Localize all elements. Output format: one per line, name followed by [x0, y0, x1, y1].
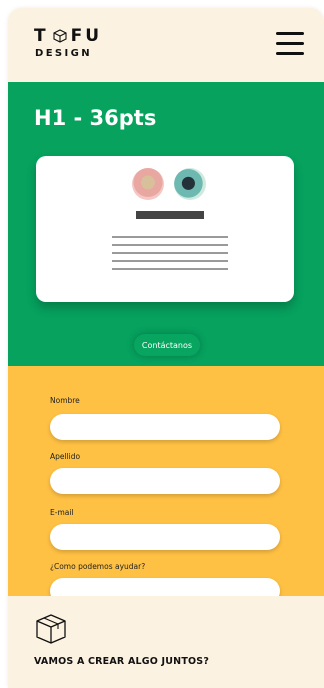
contact-button[interactable]: Contáctanos [134, 334, 200, 356]
box-icon [36, 614, 66, 644]
nombre-field[interactable] [50, 414, 280, 440]
profile-card [36, 156, 294, 302]
cube-logo-icon [53, 29, 67, 43]
nombre-label: Nombre [50, 396, 80, 405]
logo-letter-t: T [34, 26, 49, 46]
text-line [112, 268, 228, 270]
text-line [112, 236, 228, 238]
logo-subtitle: DESIGN [35, 48, 93, 59]
footer-tagline: VAMOS A CREAR ALGO JUNTOS? [34, 656, 210, 667]
text-line [112, 260, 228, 262]
email-field[interactable] [50, 524, 280, 550]
menu-bar [276, 32, 304, 35]
menu-bar [276, 42, 304, 45]
text-placeholder-lines [112, 236, 228, 276]
header: T FU DESIGN [8, 8, 324, 82]
help-label: ¿Como podemos ayudar? [50, 562, 146, 571]
apellido-field[interactable] [50, 468, 280, 494]
avatar-image [132, 168, 164, 200]
hero-section: H1 - 36pts Contáctanos [8, 82, 324, 366]
phone-frame: T FU DESIGN H1 - 36pts Contáctanos Nombr… [8, 8, 324, 688]
text-line [112, 244, 228, 246]
text-line [112, 252, 228, 254]
logo-letters-fu: FU [70, 26, 103, 46]
hero-title: H1 - 36pts [34, 106, 157, 130]
name-placeholder-bar [136, 211, 204, 219]
contact-form: Nombre Apellido E-mail ¿Como podemos ayu… [8, 366, 324, 604]
logo[interactable]: T FU [34, 26, 102, 46]
menu-bar [276, 52, 304, 55]
email-label: E-mail [50, 508, 74, 517]
footer: VAMOS A CREAR ALGO JUNTOS? [8, 596, 324, 688]
apellido-label: Apellido [50, 452, 81, 461]
avatar-image [174, 168, 206, 200]
hamburger-menu-icon[interactable] [276, 32, 304, 56]
